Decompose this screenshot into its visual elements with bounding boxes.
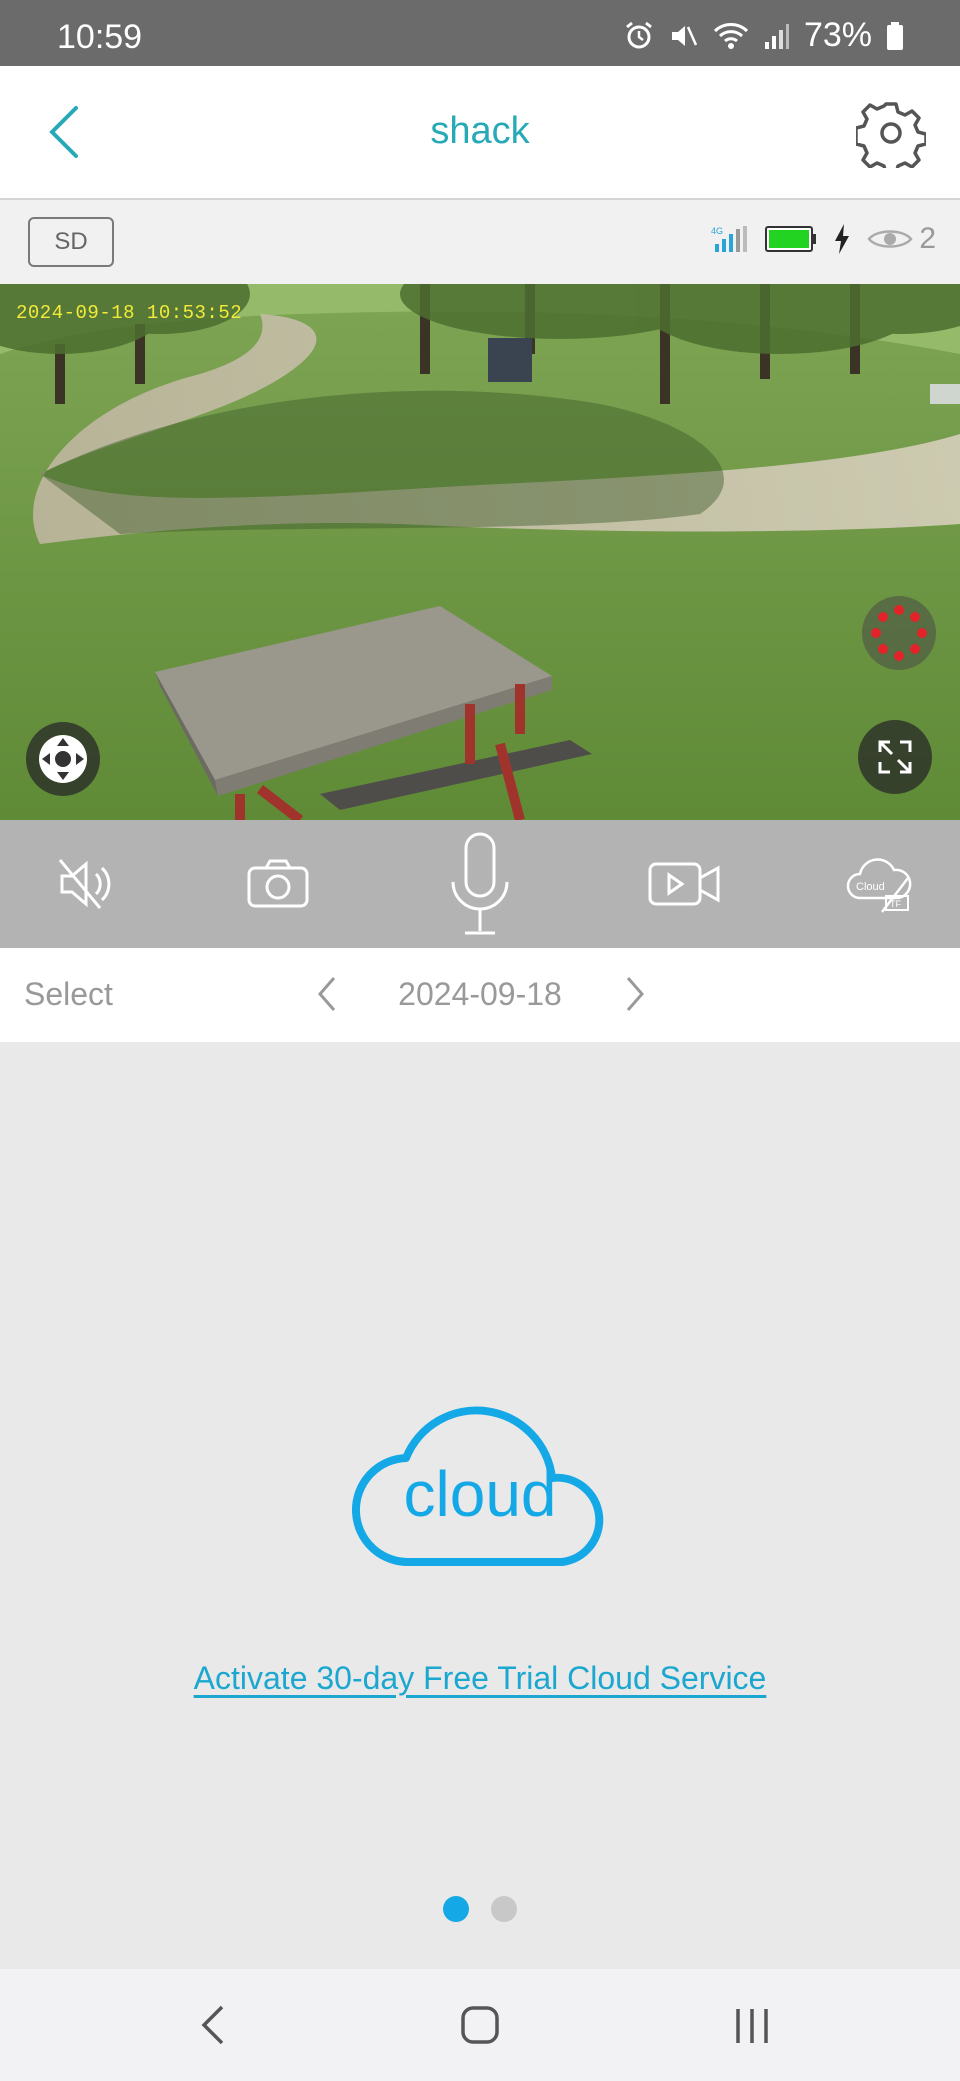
snapshot-button[interactable]: [230, 820, 326, 948]
video-record-icon: [648, 862, 720, 906]
status-icons: 73%: [624, 16, 904, 55]
svg-text:Cloud: Cloud: [856, 881, 885, 893]
record-indicator-icon: [871, 605, 927, 661]
next-date-icon[interactable]: [620, 972, 650, 1016]
cloud-logo-icon: cloud: [352, 1406, 604, 1567]
camera-snapshot-icon: [247, 859, 309, 908]
playback-date-bar: Select 2024-09-18: [0, 948, 960, 1042]
page-indicator: [0, 1896, 960, 1922]
settings-gear-icon[interactable]: [856, 98, 926, 168]
camera-toolbar: Cloud TF: [0, 820, 960, 948]
nav-home-icon[interactable]: [460, 2003, 500, 2047]
battery-icon: [887, 21, 903, 50]
ptz-direction-button[interactable]: [26, 722, 100, 796]
activate-trial-link[interactable]: Activate 30-day Free Trial Cloud Service: [0, 1660, 960, 1697]
cloud-tf-icon: CloudTF: [846, 858, 912, 913]
page-dot-1[interactable]: [443, 1896, 469, 1922]
mute-icon: [671, 25, 698, 46]
battery-percent: 73%: [803, 16, 872, 54]
svg-text:4G: 4G: [711, 226, 723, 236]
status-bar: 10:59 73%: [0, 0, 960, 66]
speaker-mute-icon: [58, 859, 111, 909]
device-status-icons: 4G 2: [709, 222, 936, 256]
status-time: 10:59: [57, 18, 143, 56]
microphone-icon: [451, 832, 509, 935]
fullscreen-button[interactable]: [858, 720, 932, 794]
quality-sd-button[interactable]: SD: [28, 217, 114, 267]
charging-bolt-icon: [835, 224, 850, 254]
cloud-logo-text: cloud: [404, 1458, 557, 1530]
signal-icon: [764, 23, 789, 49]
fullscreen-icon: [878, 740, 912, 774]
live-video-feed[interactable]: 2024-09-18 10:53:52: [0, 284, 960, 820]
battery-level-icon: [765, 226, 817, 252]
wifi-icon: [713, 22, 748, 49]
viewer-count-label: 2: [919, 222, 936, 255]
cloud-tf-button[interactable]: Cloud TF: [830, 820, 930, 948]
record-indicator: [862, 596, 936, 670]
viewer-count: 2: [867, 222, 936, 256]
video-timestamp: 2024-09-18 10:53:52: [16, 302, 243, 324]
page-title: shack: [430, 110, 530, 152]
app-header: shack: [0, 66, 960, 200]
alarm-icon: [626, 21, 652, 48]
talk-microphone-button[interactable]: [430, 820, 530, 948]
ptz-direction-icon: [39, 735, 87, 783]
device-info-bar: SD 4G 2: [0, 200, 960, 284]
page-dot-2[interactable]: [491, 1896, 517, 1922]
record-video-button[interactable]: [636, 820, 732, 948]
4g-signal-icon: 4G: [711, 226, 748, 252]
playback-date: 2024-09-18: [398, 976, 562, 1012]
mute-audio-button[interactable]: [40, 820, 136, 948]
nav-back-icon[interactable]: [198, 2003, 228, 2047]
camera-scene: [0, 284, 960, 820]
system-nav-bar: [0, 1969, 960, 2081]
eye-icon: [867, 230, 913, 248]
nav-recents-icon[interactable]: [732, 2003, 772, 2047]
